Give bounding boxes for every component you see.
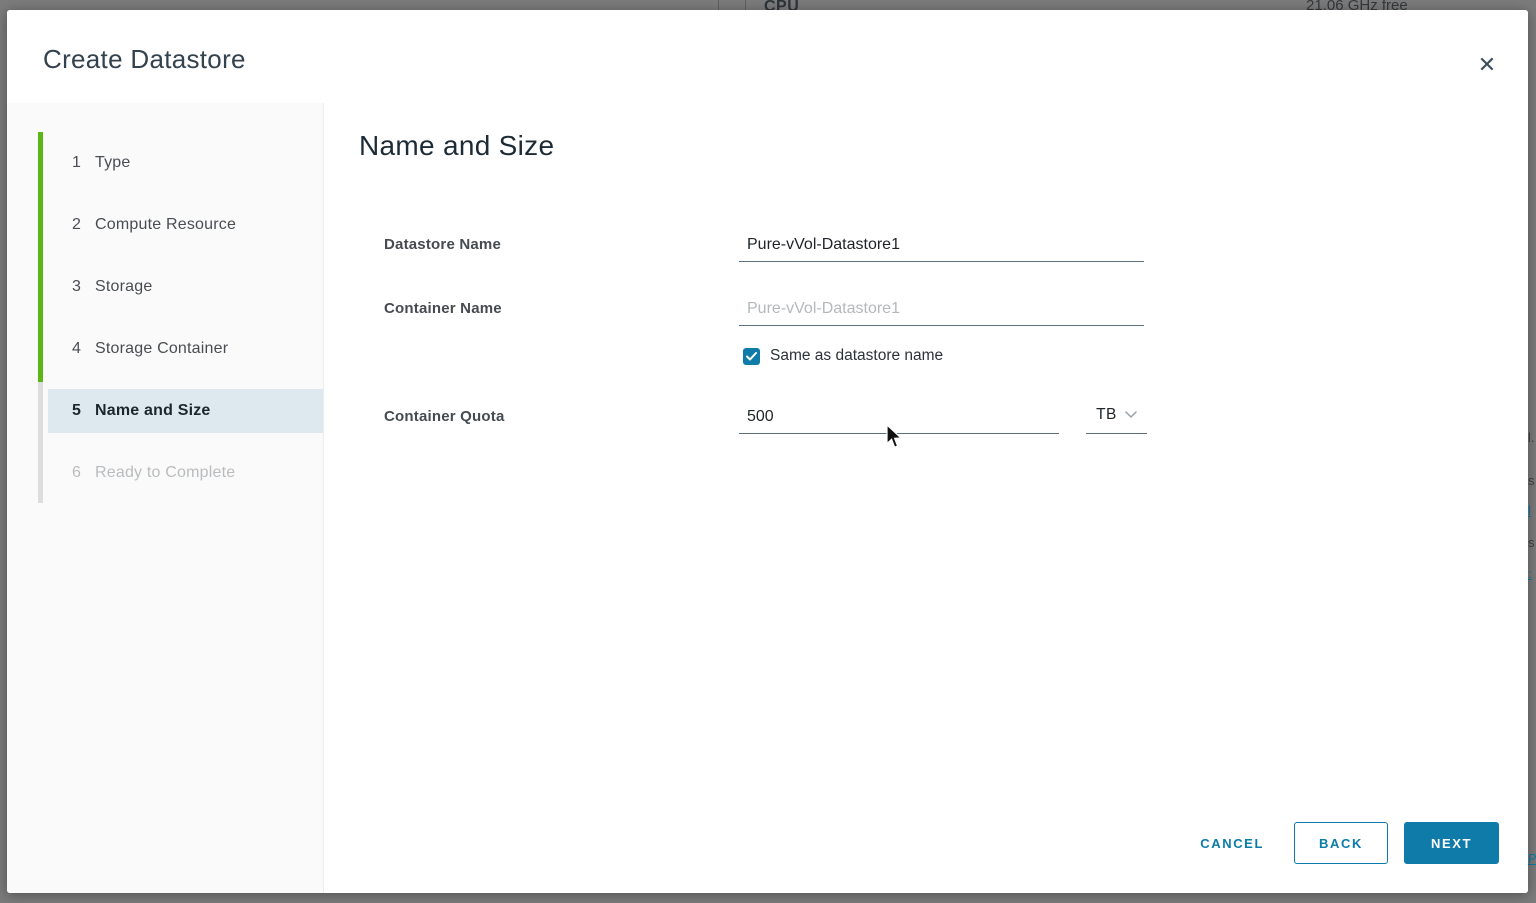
- step-number: 3: [72, 278, 95, 296]
- step-number: 6: [72, 464, 95, 482]
- dimmed-background-top: CPU 21.06 GHz free: [0, 0, 1536, 10]
- chevron-down-icon: [1125, 411, 1137, 418]
- container-quota-label: Container Quota: [384, 408, 739, 434]
- close-icon[interactable]: ✕: [1472, 50, 1502, 80]
- step-label: Name and Size: [95, 402, 211, 420]
- container-quota-input[interactable]: [739, 408, 1059, 434]
- page-title: Name and Size: [359, 130, 1528, 162]
- wizard-steps-sidebar: 1 Type 2 Compute Resource 3 Storage: [7, 103, 324, 893]
- step-label: Storage: [95, 278, 152, 296]
- background-fragment: s: [1528, 473, 1535, 488]
- step-label: Compute Resource: [95, 216, 236, 234]
- same-as-datastore-checkbox[interactable]: [743, 348, 760, 365]
- datastore-name-label: Datastore Name: [384, 236, 739, 262]
- wizard-content-panel: Name and Size Datastore Name Container N…: [324, 103, 1528, 893]
- background-table-line: [718, 0, 719, 10]
- step-number: 5: [72, 402, 95, 420]
- quota-unit-value: TB: [1096, 406, 1117, 424]
- background-fragment: :: [1528, 566, 1532, 581]
- background-fragment: s: [1528, 535, 1535, 550]
- step-storage-container[interactable]: 4 Storage Container: [7, 318, 323, 380]
- step-name-and-size[interactable]: 5 Name and Size: [7, 380, 323, 442]
- background-table-line: [745, 0, 746, 10]
- create-datastore-dialog: Create Datastore ✕ 1 Type 2 Com: [7, 10, 1528, 893]
- back-button[interactable]: BACK: [1294, 822, 1388, 864]
- step-label: Type: [95, 154, 131, 172]
- quota-unit-select[interactable]: TB: [1086, 401, 1147, 434]
- background-fragment: P: [1528, 851, 1536, 866]
- background-fragment: l: [1528, 503, 1531, 518]
- background-fragment: l.: [1528, 430, 1535, 445]
- step-label: Storage Container: [95, 340, 228, 358]
- step-type[interactable]: 1 Type: [7, 132, 323, 194]
- cancel-button[interactable]: CANCEL: [1194, 822, 1270, 864]
- step-ready-to-complete: 6 Ready to Complete: [7, 442, 323, 504]
- dimmed-background-right: l. s l s : P: [1528, 0, 1536, 903]
- next-button[interactable]: NEXT: [1404, 822, 1499, 864]
- container-name-label: Container Name: [384, 300, 739, 326]
- datastore-name-input[interactable]: [739, 236, 1144, 262]
- same-as-datastore-label[interactable]: Same as datastore name: [770, 347, 943, 365]
- background-ghz-free-label: 21.06 GHz free: [1306, 0, 1408, 10]
- dialog-header: Create Datastore ✕: [7, 10, 1528, 103]
- checkmark-icon: [746, 352, 757, 361]
- container-name-input[interactable]: [739, 300, 1144, 326]
- step-number: 1: [72, 154, 95, 172]
- dialog-footer: CANCEL BACK NEXT: [1194, 822, 1499, 864]
- step-storage[interactable]: 3 Storage: [7, 256, 323, 318]
- step-compute-resource[interactable]: 2 Compute Resource: [7, 194, 323, 256]
- step-label: Ready to Complete: [95, 464, 235, 482]
- dialog-title: Create Datastore: [43, 44, 246, 75]
- step-number: 2: [72, 216, 95, 234]
- step-number: 4: [72, 340, 95, 358]
- background-cpu-label: CPU: [764, 0, 799, 10]
